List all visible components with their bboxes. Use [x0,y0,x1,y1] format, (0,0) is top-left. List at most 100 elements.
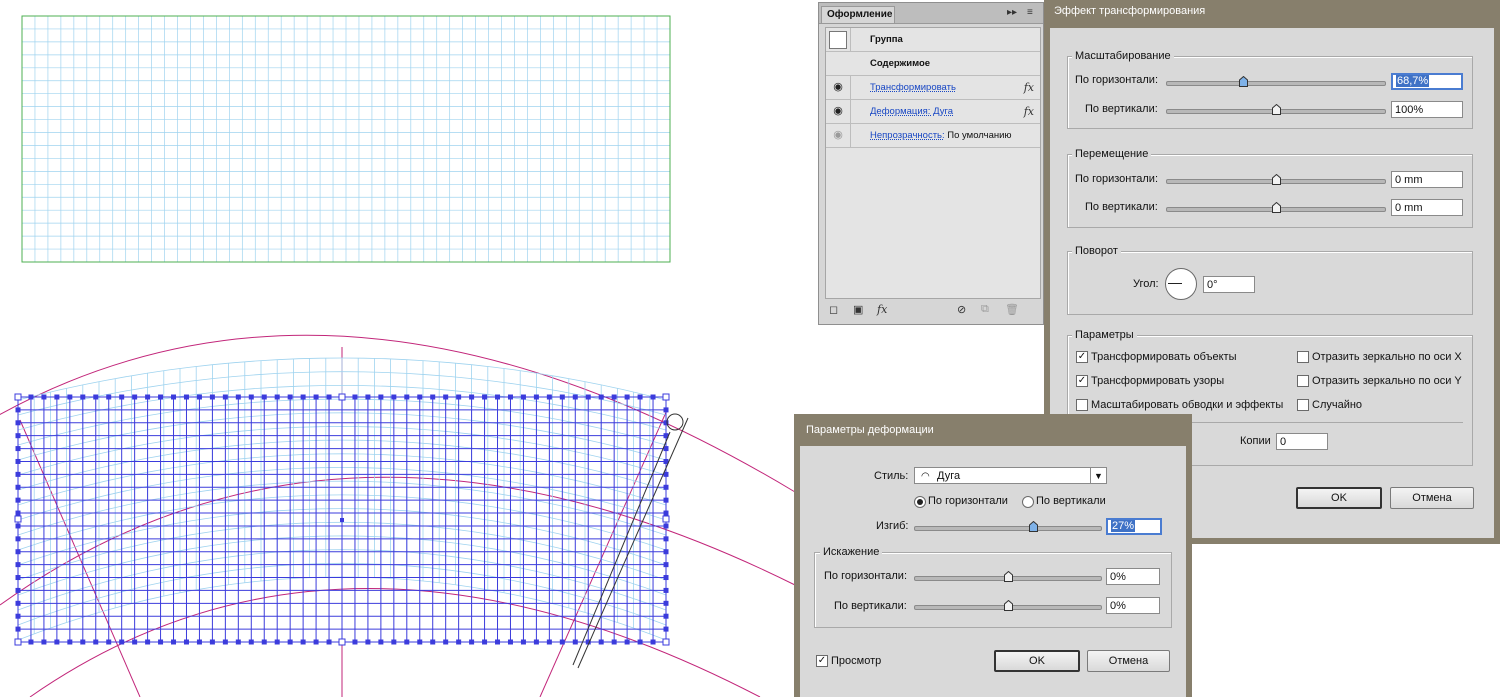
opacity-row: Непрозрачность: По умолчанию [870,124,1012,147]
slider-thumb[interactable] [1272,201,1281,213]
slider-thumb[interactable] [1029,520,1039,532]
bbox-handle[interactable] [14,515,22,523]
orient-vertical-radio[interactable] [1022,496,1034,508]
tab-appearance[interactable]: Оформление [821,6,895,23]
warp-link[interactable]: Деформация: Дуга [870,100,953,123]
group-thumbnail [826,28,851,51]
panel-tabbar: Оформление ▸▸ ≡ [819,3,1043,24]
slider-thumb[interactable] [1239,75,1248,87]
transform-patterns-checkbox[interactable]: ✓ [1076,375,1088,387]
bbox-handle[interactable] [14,393,22,401]
scale-v-slider[interactable] [1166,103,1386,115]
flat-grid-object[interactable] [22,16,670,262]
eye-icon[interactable]: ◉ [826,100,851,123]
bbox-handle[interactable] [662,638,670,646]
panel-bottom-toolbar: ◻ ▣ fx ⊘ ⧉ 🗑 [819,301,1043,321]
reflect-x-label: Отразить зеркально по оси X [1312,351,1462,363]
options-group-label: Параметры [1072,329,1137,341]
bbox-handle[interactable] [662,393,670,401]
bbox-handle[interactable] [14,638,22,646]
ok-button[interactable]: OK [1296,487,1382,509]
cancel-button[interactable]: Отмена [1390,487,1474,509]
distort-h-slider[interactable] [914,570,1102,582]
slider-thumb[interactable] [1272,173,1281,185]
style-value: Дуга [937,470,961,482]
warp-options-dialog: Параметры деформации Стиль: ◠ Дуга ▼ По … [794,414,1192,697]
move-v-input[interactable]: 0 mm [1391,199,1463,216]
style-label: Стиль: [874,470,909,482]
ok-button[interactable]: OK [994,650,1080,672]
move-h-label: По горизонтали: [1075,173,1158,185]
scale-h-input[interactable]: 68,7% [1391,73,1463,90]
move-h-slider[interactable] [1166,173,1386,185]
center-point [340,518,344,522]
style-dropdown[interactable]: ◠ Дуга ▼ [914,467,1107,484]
add-stroke-icon[interactable]: ◻ [829,303,838,316]
eye-icon[interactable]: ◉ [826,124,851,147]
slider-thumb[interactable] [1004,599,1013,611]
move-v-label: По вертикали: [1085,201,1158,213]
distortion-group [814,552,1172,628]
scale-strokes-checkbox[interactable] [1076,399,1088,411]
reflect-x-checkbox[interactable] [1297,351,1309,363]
scale-v-label: По вертикали: [1085,103,1158,115]
scale-h-label: По горизонтали: [1075,74,1158,86]
preview-checkbox[interactable]: ✓ [816,655,828,667]
scale-v-input[interactable]: 100% [1391,101,1463,118]
fx-icon[interactable]: fx [1024,100,1034,123]
row-transform[interactable]: ◉ Трансформировать fx [826,76,1040,100]
cancel-button[interactable]: Отмена [1087,650,1170,672]
distort-v-input[interactable]: 0% [1106,597,1160,614]
eye-icon[interactable]: ◉ [826,76,851,99]
random-checkbox[interactable] [1297,399,1309,411]
reflect-y-label: Отразить зеркально по оси Y [1312,375,1462,387]
fx-icon[interactable]: fx [1024,76,1034,99]
bbox-handle[interactable] [338,638,346,646]
random-label: Случайно [1312,399,1363,411]
reflect-y-checkbox[interactable] [1297,375,1309,387]
add-effect-icon[interactable]: fx [877,303,887,316]
move-group-label: Перемещение [1072,148,1152,160]
panel-menu-icon[interactable]: ≡ [1027,7,1033,18]
distort-h-input[interactable]: 0% [1106,568,1160,585]
opacity-link[interactable]: Непрозрачность: [870,130,945,141]
move-h-input[interactable]: 0 mm [1391,171,1463,188]
transform-patterns-label: Трансформировать узоры [1091,375,1225,387]
bend-slider[interactable] [914,520,1102,532]
bend-label: Изгиб: [876,520,909,532]
opacity-value: По умолчанию [947,130,1012,141]
row-warp[interactable]: ◉ Деформация: Дуга fx [826,100,1040,124]
transform-link[interactable]: Трансформировать [870,76,956,99]
add-fill-icon[interactable]: ▣ [853,303,863,316]
distort-v-slider[interactable] [914,599,1102,611]
row-group[interactable]: Группа [826,28,1040,52]
scale-h-slider[interactable] [1166,75,1386,87]
transform-objects-checkbox[interactable]: ✓ [1076,351,1088,363]
orient-horizontal-label: По горизонтали [928,495,1008,507]
contents-label: Содержимое [870,58,931,69]
orient-horizontal-radio[interactable] [914,496,926,508]
right-radius [539,409,668,697]
scale-strokes-label: Масштабировать обводки и эффекты [1091,399,1284,411]
copies-input[interactable]: 0 [1276,433,1328,450]
chevron-down-icon[interactable]: ▼ [1090,468,1106,483]
bend-input[interactable]: 27% [1106,518,1162,535]
move-v-slider[interactable] [1166,201,1386,213]
collapse-icon[interactable]: ▸▸ [1007,7,1017,18]
bbox-handle[interactable] [338,393,346,401]
slider-thumb[interactable] [1272,103,1281,115]
distort-v-label: По вертикали: [834,600,907,612]
delete-item-icon[interactable]: 🗑 [1005,303,1019,316]
angle-dial[interactable] [1165,268,1197,300]
clear-appearance-icon[interactable]: ⊘ [957,303,966,316]
distortion-group-label: Искажение [820,546,883,558]
transform-objects-label: Трансформировать объекты [1091,351,1237,363]
angle-input[interactable]: 0° [1203,276,1255,293]
duplicate-item-icon[interactable]: ⧉ [981,303,989,316]
row-contents[interactable]: Содержимое [826,52,1040,76]
distort-h-label: По горизонтали: [824,570,907,582]
rotate-group-label: Поворот [1072,245,1121,257]
slider-thumb[interactable] [1004,570,1013,582]
bbox-handle[interactable] [662,515,670,523]
row-opacity[interactable]: ◉ Непрозрачность: По умолчанию [826,124,1040,148]
